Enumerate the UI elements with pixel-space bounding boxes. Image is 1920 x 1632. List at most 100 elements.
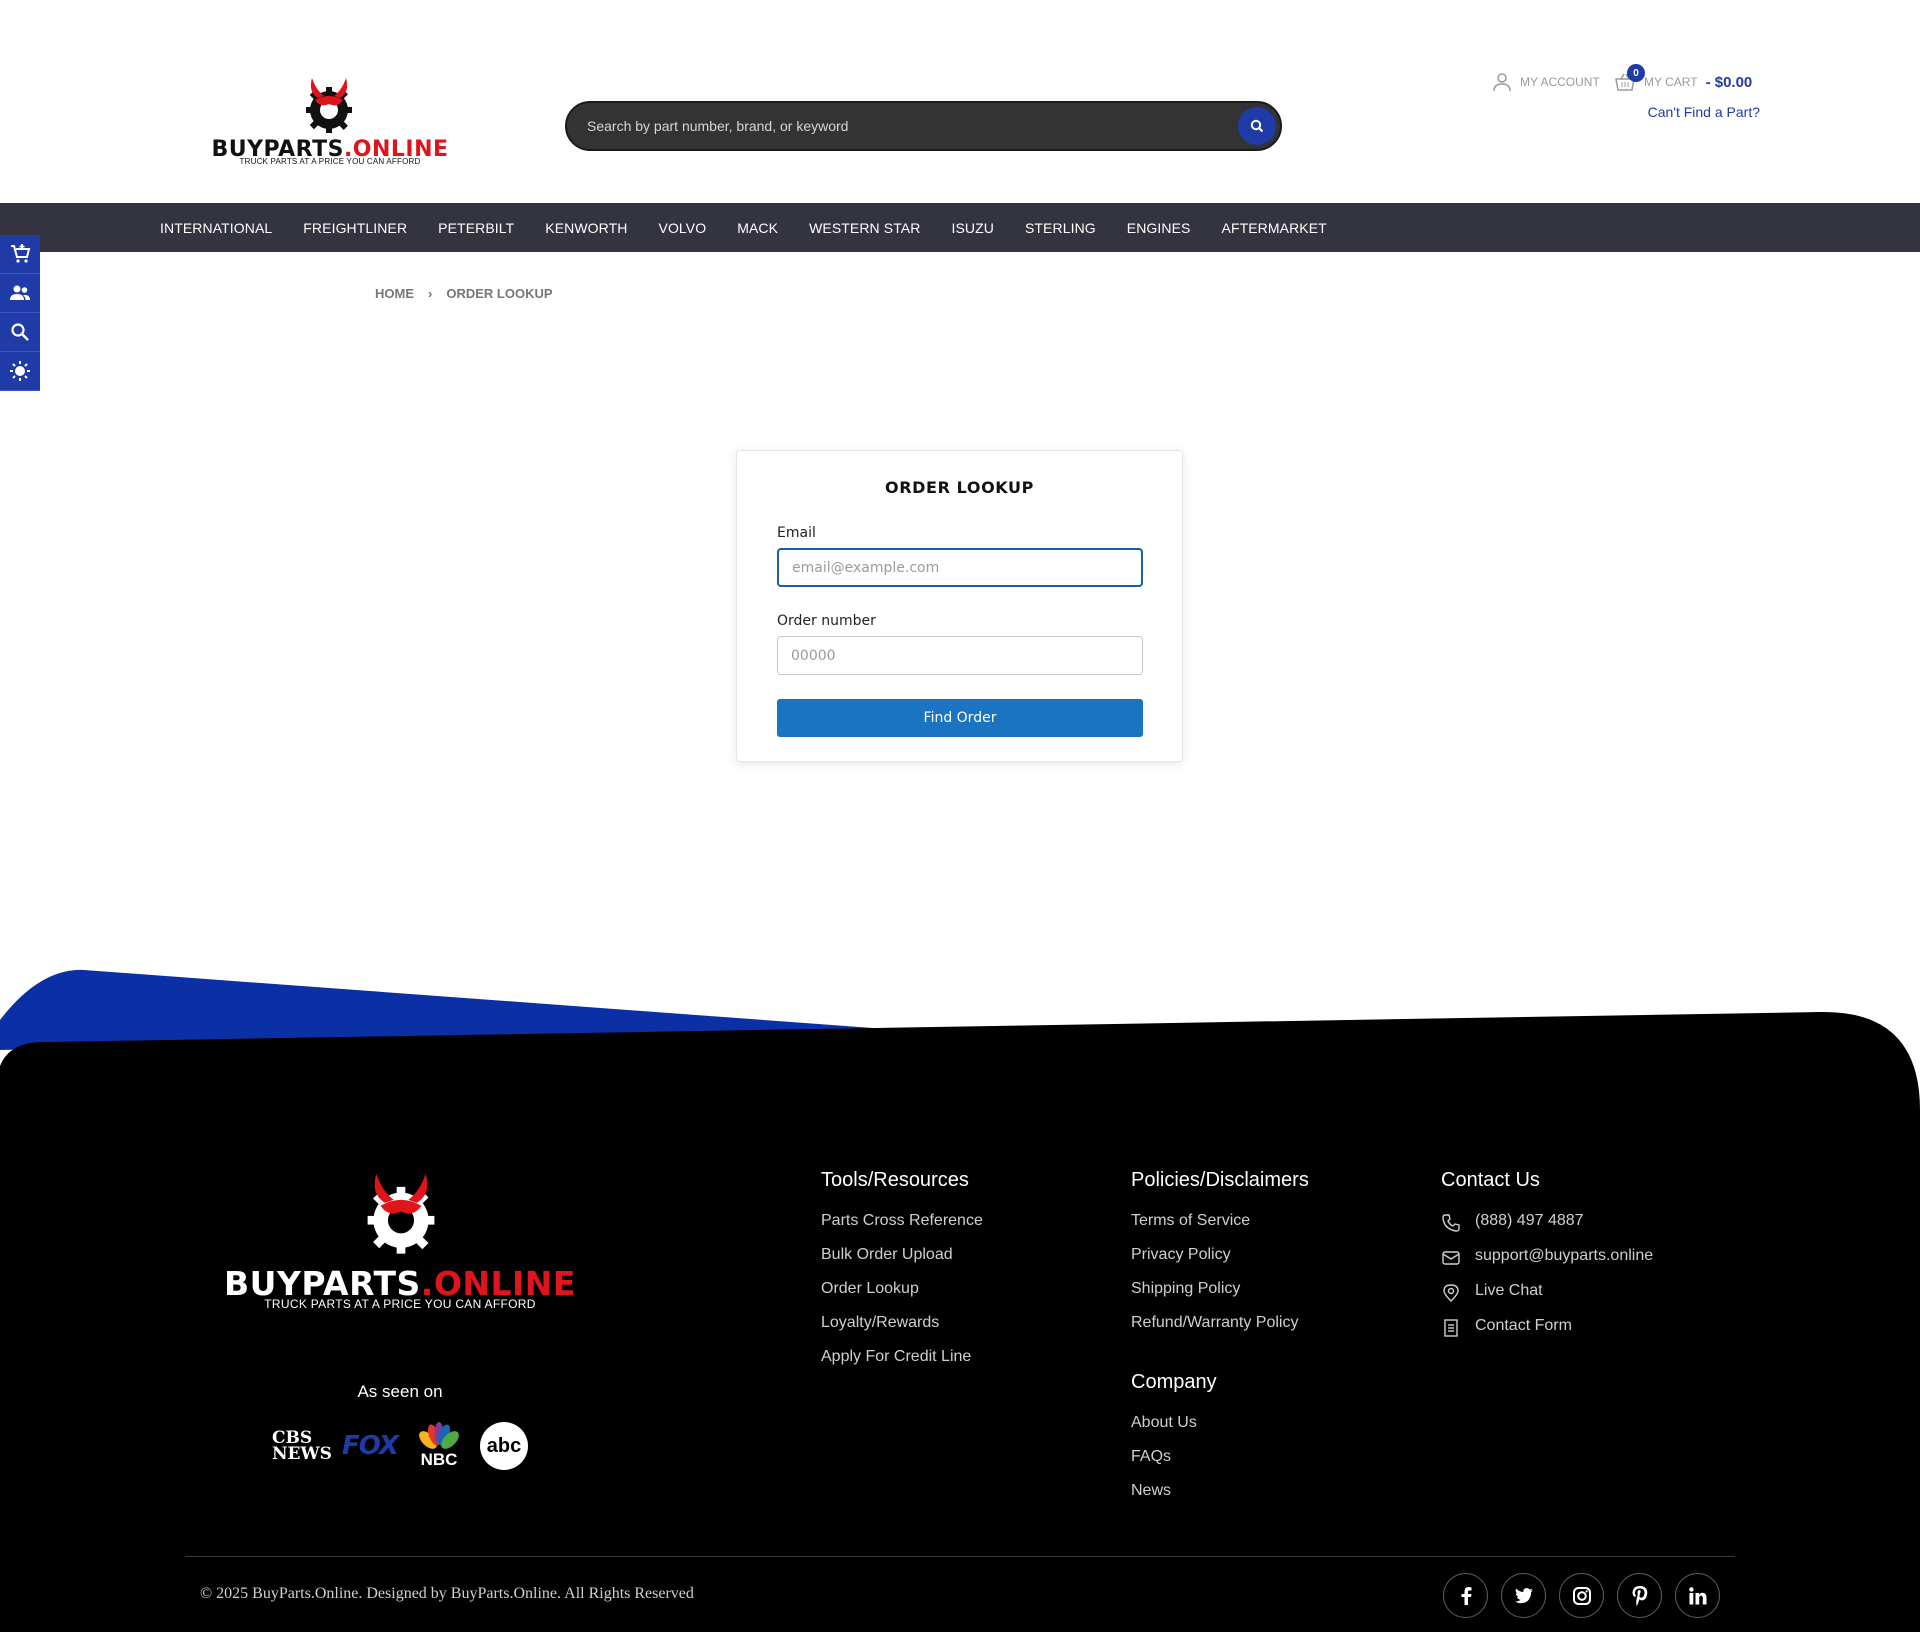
search-input[interactable] [587,103,1187,149]
breadcrumb-home-link[interactable]: HOME [375,286,414,301]
gear-logo-icon [367,1173,435,1254]
refund-warranty-policy-link[interactable]: Refund/Warranty Policy [1131,1314,1298,1331]
footer-company-column: Company About Us FAQs News [1131,1371,1217,1516]
footer-tools-column: Tools/Resources Parts Cross Reference Bu… [821,1169,983,1382]
as-seen-on-label: As seen on [357,1382,443,1401]
logo-tagline: TRUCK PARTS AT A PRICE YOU CAN AFFORD [239,157,421,166]
nav-item-western-star[interactable]: WESTERN STAR [809,220,920,236]
pinterest-icon [1632,1585,1647,1606]
footer-logo[interactable]: BUYPARTS.ONLINE TRUCK PARTS AT A PRICE Y… [200,1168,600,1313]
email-field[interactable] [777,548,1143,587]
search-bar [565,101,1282,151]
brightness-icon [10,361,30,381]
accounts-button[interactable] [0,274,40,313]
quick-cart-button[interactable] [0,235,40,274]
site-logo[interactable]: BUYPARTS.ONLINE TRUCK PARTS AT A PRICE Y… [200,74,460,170]
search-icon [11,323,29,341]
privacy-policy-link[interactable]: Privacy Policy [1131,1246,1231,1263]
instagram-link[interactable] [1559,1573,1604,1618]
nav-item-sterling[interactable]: STERLING [1025,220,1096,236]
contact-heading: Contact Us [1441,1169,1540,1191]
footer-logo-tagline: TRUCK PARTS AT A PRICE YOU CAN AFFORD [264,1297,536,1311]
cbs-news-logo: CBS NEWS [272,1428,332,1464]
my-account-link[interactable]: MY ACCOUNT [1492,72,1600,92]
search-button[interactable] [1238,107,1276,145]
nav-item-isuzu[interactable]: ISUZU [951,220,994,236]
my-cart-link[interactable]: 0 MY CART - $0.00 [1614,64,1753,92]
fox-logo: FOX [342,1431,399,1461]
loyalty-rewards-link[interactable]: Loyalty/Rewards [821,1314,939,1331]
order-number-field[interactable] [777,636,1143,675]
footer-contact-column: Contact Us (888) 497 4887 support@buypar… [1441,1169,1653,1352]
cart-total: - $0.00 [1705,73,1753,91]
gear-logo-icon [306,78,352,133]
find-order-button[interactable]: Find Order [777,699,1143,737]
social-links [1443,1573,1720,1618]
contact-email[interactable]: support@buyparts.online [1441,1247,1653,1282]
company-heading: Company [1131,1371,1217,1393]
apply-credit-line-link[interactable]: Apply For Credit Line [821,1348,971,1365]
order-lookup-card: ORDER LOOKUP Email Order number Find Ord… [736,450,1183,762]
my-account-label: MY ACCOUNT [1520,75,1600,89]
email-label: Email [777,525,816,541]
phone-icon [1442,1214,1460,1232]
facebook-link[interactable] [1443,1573,1488,1618]
nav-item-engines[interactable]: ENGINES [1127,220,1191,236]
news-link[interactable]: News [1131,1482,1171,1499]
twitter-link[interactable] [1501,1573,1546,1618]
mail-icon [1442,1251,1460,1265]
contact-phone[interactable]: (888) 497 4887 [1441,1212,1653,1247]
search-icon [1250,119,1264,133]
copyright-text: © 2025 BuyParts.Online. Designed by BuyP… [200,1585,694,1602]
page: BUYPARTS.ONLINE TRUCK PARTS AT A PRICE Y… [0,0,1920,1632]
peacock-icon [419,1422,459,1449]
contact-live-chat[interactable]: Live Chat [1441,1282,1653,1317]
linkedin-icon [1688,1586,1706,1604]
nav-item-international[interactable]: INTERNATIONAL [160,220,272,236]
form-icon [1444,1319,1458,1337]
site-header: BUYPARTS.ONLINE TRUCK PARTS AT A PRICE Y… [0,0,1920,203]
main-nav: INTERNATIONAL FREIGHTLINER PETERBILT KEN… [0,203,1920,252]
nbc-logo: NBC [414,1422,464,1470]
location-pin-icon [1443,1284,1459,1302]
bulk-order-upload-link[interactable]: Bulk Order Upload [821,1246,953,1263]
facebook-icon [1461,1586,1471,1605]
nav-item-peterbilt[interactable]: PETERBILT [438,220,514,236]
nav-item-freightliner[interactable]: FREIGHTLINER [303,220,407,236]
footer-policies-column: Policies/Disclaimers Terms of Service Pr… [1131,1169,1309,1348]
side-toolbar [0,235,40,391]
policies-heading: Policies/Disclaimers [1131,1169,1309,1191]
about-us-link[interactable]: About Us [1131,1414,1197,1431]
pinterest-link[interactable] [1617,1573,1662,1618]
media-logos: CBS NEWS FOX NBC abc [272,1422,528,1470]
nav-item-volvo[interactable]: VOLVO [659,220,707,236]
cart-add-icon [11,244,31,263]
breadcrumb-separator: › [428,286,433,301]
breadcrumb-current: ORDER LOOKUP [446,286,553,301]
tools-heading: Tools/Resources [821,1169,969,1191]
contact-form[interactable]: Contact Form [1441,1317,1653,1352]
terms-of-service-link[interactable]: Terms of Service [1131,1212,1250,1229]
breadcrumb: HOME › ORDER LOOKUP [375,286,553,301]
user-icon [1493,73,1511,92]
footer-divider [185,1556,1735,1557]
nav-item-aftermarket[interactable]: AFTERMARKET [1222,220,1327,236]
users-icon [10,285,30,300]
parts-cross-reference-link[interactable]: Parts Cross Reference [821,1212,983,1229]
cant-find-part-link[interactable]: Can't Find a Part? [1648,104,1760,120]
abc-logo: abc [479,1422,528,1470]
order-lookup-link[interactable]: Order Lookup [821,1280,919,1297]
my-cart-label: MY CART [1644,75,1698,89]
quick-search-button[interactable] [0,313,40,352]
nav-item-kenworth[interactable]: KENWORTH [545,220,627,236]
order-lookup-title: ORDER LOOKUP [885,478,1034,497]
twitter-icon [1514,1587,1533,1603]
theme-toggle-button[interactable] [0,352,40,391]
faqs-link[interactable]: FAQs [1131,1448,1171,1465]
order-number-label: Order number [777,613,876,629]
shipping-policy-link[interactable]: Shipping Policy [1131,1280,1240,1297]
cart-count-badge: 0 [1627,64,1645,82]
nav-item-mack[interactable]: MACK [737,220,778,236]
instagram-icon [1572,1586,1591,1605]
linkedin-link[interactable] [1675,1573,1720,1618]
